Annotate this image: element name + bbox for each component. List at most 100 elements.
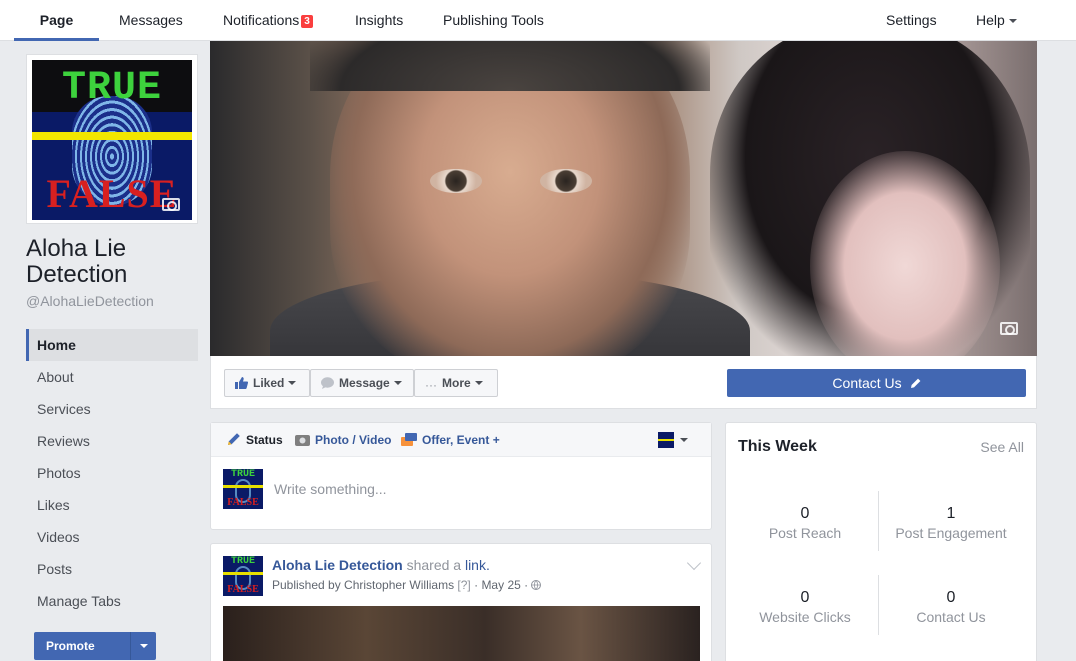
stat-label: Post Engagement <box>895 525 1007 541</box>
pencil-icon <box>227 425 241 459</box>
chevron-down-icon <box>288 381 297 385</box>
this-week-card: This Week See All 0 Post Reach 1 Post En… <box>725 422 1037 661</box>
post-verb: shared a <box>406 557 462 573</box>
camera-icon[interactable] <box>162 198 180 211</box>
cover-camera-icon[interactable] <box>1000 322 1018 335</box>
tab-page-label: Page <box>39 12 74 28</box>
logo-true-text: TRUE <box>61 66 162 111</box>
offer-event-label: Offer, Event + <box>422 433 500 447</box>
stat-contact-us[interactable]: 0 Contact Us <box>876 589 1026 625</box>
post-as-selector[interactable] <box>658 432 688 448</box>
tab-notifications-label: Notifications <box>223 12 300 28</box>
stat-label: Website Clicks <box>759 609 851 625</box>
promote-button[interactable]: Promote <box>34 632 156 660</box>
contact-us-button[interactable]: Contact Us <box>727 369 1026 397</box>
tab-insights-label: Insights <box>355 12 404 28</box>
sidebar-item-manage-tabs[interactable]: Manage Tabs <box>26 585 198 617</box>
page-logo: TRUE FALSE <box>32 60 192 220</box>
ellipsis-icon: ··· <box>425 378 437 392</box>
help-mark[interactable]: [?] <box>457 578 470 592</box>
feed-post: TRUE FALSE Aloha Lie Detection shared a … <box>210 543 712 661</box>
avatar-false-text: FALSE <box>227 497 259 508</box>
stat-post-engagement[interactable]: 1 Post Engagement <box>876 505 1026 541</box>
chevron-down-icon <box>474 381 483 385</box>
post-link-image[interactable] <box>223 606 700 661</box>
settings-label: Settings <box>886 12 937 28</box>
published-by[interactable]: Published by Christopher Williams <box>272 578 454 592</box>
liked-button[interactable]: Liked <box>224 369 310 397</box>
thumbs-up-icon <box>235 372 249 398</box>
tab-publishing-tools-label: Publishing Tools <box>443 12 544 28</box>
page-title: Aloha Lie Detection <box>26 235 128 288</box>
sidebar-item-services[interactable]: Services <box>26 393 198 425</box>
sidebar-item-photos[interactable]: Photos <box>26 457 198 489</box>
profile-picture[interactable]: TRUE FALSE <box>26 54 198 224</box>
liked-label: Liked <box>253 376 285 390</box>
more-button[interactable]: ··· More <box>414 369 498 397</box>
photo-video-label: Photo / Video <box>315 433 392 447</box>
chevron-down-icon <box>1008 19 1017 23</box>
post-options-chevron-icon[interactable] <box>686 555 702 571</box>
composer-input[interactable]: Write something... <box>274 481 387 497</box>
tab-publishing-tools[interactable]: Publishing Tools <box>443 0 544 41</box>
composer-tab-offer-event[interactable]: Offer, Event + <box>401 423 500 457</box>
post-author-link[interactable]: Aloha Lie Detection <box>272 557 403 573</box>
settings-link[interactable]: Settings <box>886 0 937 41</box>
help-menu[interactable]: Help <box>976 0 1017 41</box>
camera-icon <box>295 425 310 459</box>
promote-dropdown-icon[interactable] <box>130 632 156 660</box>
sidebar-item-home[interactable]: Home <box>26 329 198 361</box>
avatar-true-text: TRUE <box>230 469 255 480</box>
stat-label: Post Reach <box>768 525 842 541</box>
page-action-bar: Liked Message ··· More Contact Us <box>210 356 1037 409</box>
sidebar-item-reviews[interactable]: Reviews <box>26 425 198 457</box>
status-label: Status <box>246 433 283 447</box>
sidebar-item-posts[interactable]: Posts <box>26 553 198 585</box>
this-week-title: This Week <box>738 438 817 455</box>
notifications-badge: 3 <box>301 15 313 28</box>
stat-value: 0 <box>800 589 810 606</box>
tab-messages-label: Messages <box>119 12 183 28</box>
tab-insights[interactable]: Insights <box>355 0 403 41</box>
composer-tab-status[interactable]: Status <box>227 423 283 457</box>
stat-post-reach[interactable]: 0 Post Reach <box>730 505 880 541</box>
tab-notifications[interactable]: Notifications 3 <box>223 0 313 41</box>
stat-website-clicks[interactable]: 0 Website Clicks <box>730 589 880 625</box>
page-sidebar-nav: Home About Services Reviews Photos Likes… <box>26 329 198 617</box>
post-object-link[interactable]: link. <box>465 557 490 573</box>
globe-icon <box>531 579 542 593</box>
post-header: Aloha Lie Detection shared a link. <box>272 557 490 573</box>
composer-tab-photo-video[interactable]: Photo / Video <box>295 423 391 457</box>
chat-bubble-icon <box>321 372 334 398</box>
stat-value: 1 <box>946 505 956 522</box>
offer-tag-icon <box>401 425 417 459</box>
more-label: More <box>442 376 471 390</box>
promote-label: Promote <box>46 639 95 653</box>
tab-page[interactable]: Page <box>14 0 99 41</box>
page-top-nav: Page Messages Notifications 3 Insights Pu… <box>0 0 1076 41</box>
message-label: Message <box>339 376 390 390</box>
avatar <box>658 432 674 448</box>
sidebar-item-likes[interactable]: Likes <box>26 489 198 521</box>
cover-photo[interactable] <box>210 41 1037 356</box>
post-meta: Published by Christopher Williams [?] · … <box>272 578 542 593</box>
chevron-down-icon <box>680 438 688 442</box>
post-composer: Status Photo / Video Offer, Event + TRUE… <box>210 422 712 530</box>
page-username[interactable]: @AlohaLieDetection <box>26 293 154 309</box>
stat-value: 0 <box>800 505 810 522</box>
stat-label: Contact Us <box>916 609 986 625</box>
message-button[interactable]: Message <box>310 369 414 397</box>
contact-us-label: Contact Us <box>832 375 902 391</box>
post-avatar-false-text: FALSE <box>227 584 259 595</box>
tab-messages[interactable]: Messages <box>119 0 183 41</box>
see-all-link[interactable]: See All <box>980 439 1024 455</box>
sidebar-item-about[interactable]: About <box>26 361 198 393</box>
yellow-stripe <box>32 132 192 140</box>
sidebar-item-videos[interactable]: Videos <box>26 521 198 553</box>
pencil-icon <box>910 370 921 398</box>
post-author-avatar[interactable]: TRUE FALSE <box>223 556 263 596</box>
post-date[interactable]: May 25 <box>481 578 520 592</box>
post-avatar-true-text: TRUE <box>230 556 255 567</box>
composer-tabs: Status Photo / Video Offer, Event + <box>211 423 711 457</box>
help-label: Help <box>976 12 1005 28</box>
